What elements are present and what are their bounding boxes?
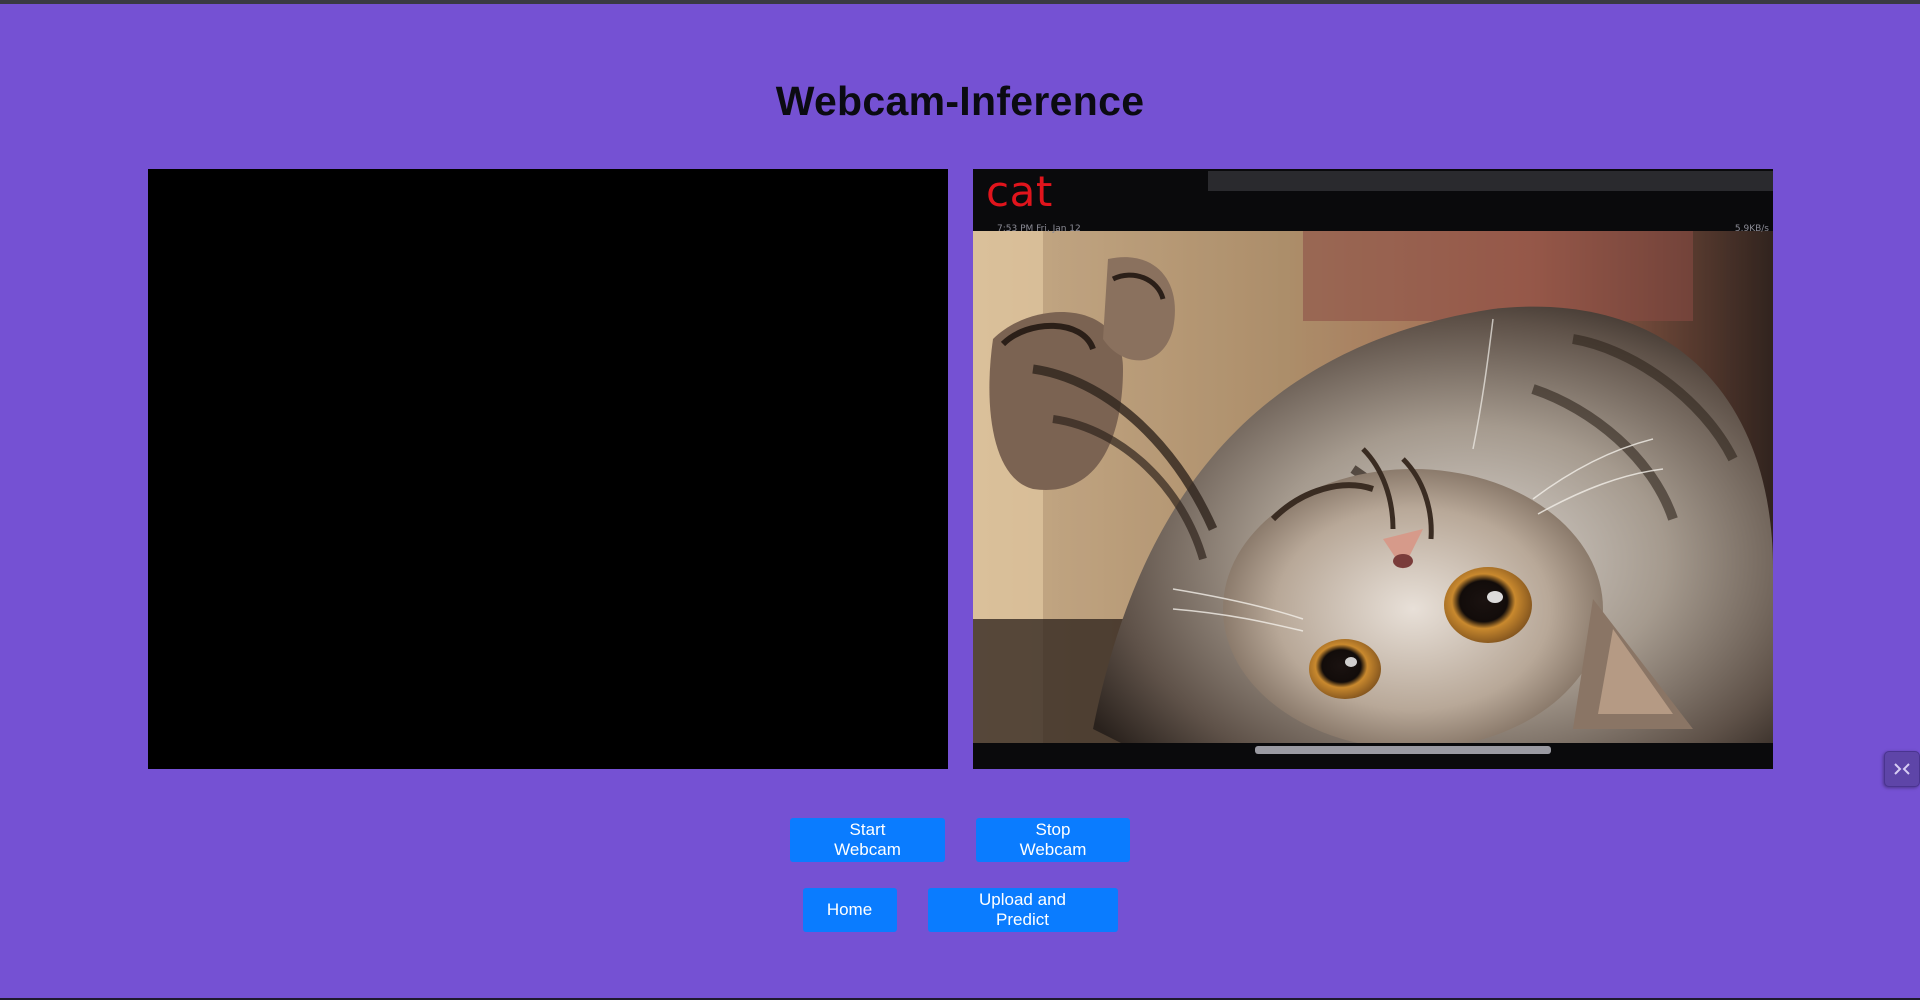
photo-status-net: 5.9KB/s [1734,224,1769,234]
webcam-controls: Start Webcam Stop Webcam [0,818,1920,862]
stop-webcam-button[interactable]: Stop Webcam [976,818,1130,862]
page-title: Webcam-Inference [775,78,1145,124]
side-widget-button[interactable] [1884,751,1920,787]
upload-predict-button[interactable]: Upload and Predict [927,888,1118,932]
photo-status-time: 7:53 PM Fri, Jan 12 [997,224,1081,234]
prediction-image: cat 7:53 PM Fri, Jan 12 5.9KB/s [973,169,1773,769]
start-webcam-button[interactable]: Start Webcam [790,818,945,862]
navigation-controls: Home Upload and Predict [0,888,1920,932]
collapse-arrows-icon [1894,763,1910,775]
cat-photo [973,169,1773,769]
webcam-video [148,169,948,769]
prediction-label: cat [986,169,1053,216]
home-button[interactable]: Home [802,888,897,932]
top-border [0,0,1920,4]
